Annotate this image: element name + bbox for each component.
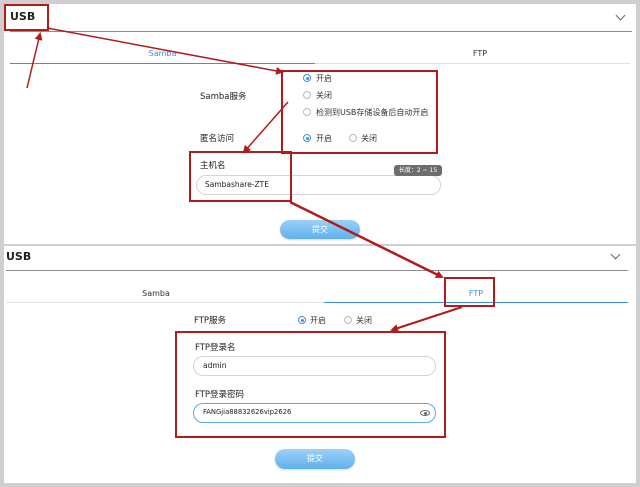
annotation-box-samba-options xyxy=(281,70,438,154)
panel-title: USB xyxy=(6,250,32,263)
tab-samba-label: Samba xyxy=(148,49,177,58)
submit-button-label: 提交 xyxy=(307,454,323,463)
ftp-on-text: 开启 xyxy=(310,316,326,325)
tab-ftp-label: FTP xyxy=(472,49,488,58)
annotation-box-ftp-credentials xyxy=(175,331,446,438)
anonymous-access-label: 匿名访问 xyxy=(200,134,235,144)
ftp-service-label: FTP服务 xyxy=(194,316,227,326)
length-tooltip-text: 长度：2 ~ 15 xyxy=(398,167,438,174)
submit-button-label: 提交 xyxy=(312,225,328,234)
tab-ftp[interactable]: FTP xyxy=(330,49,630,58)
annotation-box-usb-title xyxy=(4,4,49,31)
tab-ftp-underline xyxy=(315,63,630,64)
tab-samba-label: Samba xyxy=(142,289,170,298)
tab-samba[interactable]: Samba xyxy=(6,289,306,298)
ftp-off-text: 关闭 xyxy=(356,316,372,325)
annotation-box-ftp-tab xyxy=(444,277,495,307)
ftp-on-radio[interactable] xyxy=(298,316,306,324)
ftp-off-radio[interactable] xyxy=(344,316,352,324)
tab-samba[interactable]: Samba xyxy=(10,49,315,58)
title-divider xyxy=(6,270,628,271)
title-divider xyxy=(10,31,632,32)
tab-samba-underline xyxy=(6,302,324,303)
submit-button[interactable]: 提交 xyxy=(280,220,360,239)
tab-samba-underline xyxy=(10,63,315,64)
chevron-down-icon[interactable] xyxy=(610,249,621,260)
submit-button[interactable]: 提交 xyxy=(275,449,355,469)
samba-service-label: Samba服务 xyxy=(200,92,247,102)
length-tooltip: 长度：2 ~ 15 xyxy=(394,165,442,176)
chevron-down-icon[interactable] xyxy=(615,10,626,21)
annotation-box-hostname xyxy=(189,151,292,202)
